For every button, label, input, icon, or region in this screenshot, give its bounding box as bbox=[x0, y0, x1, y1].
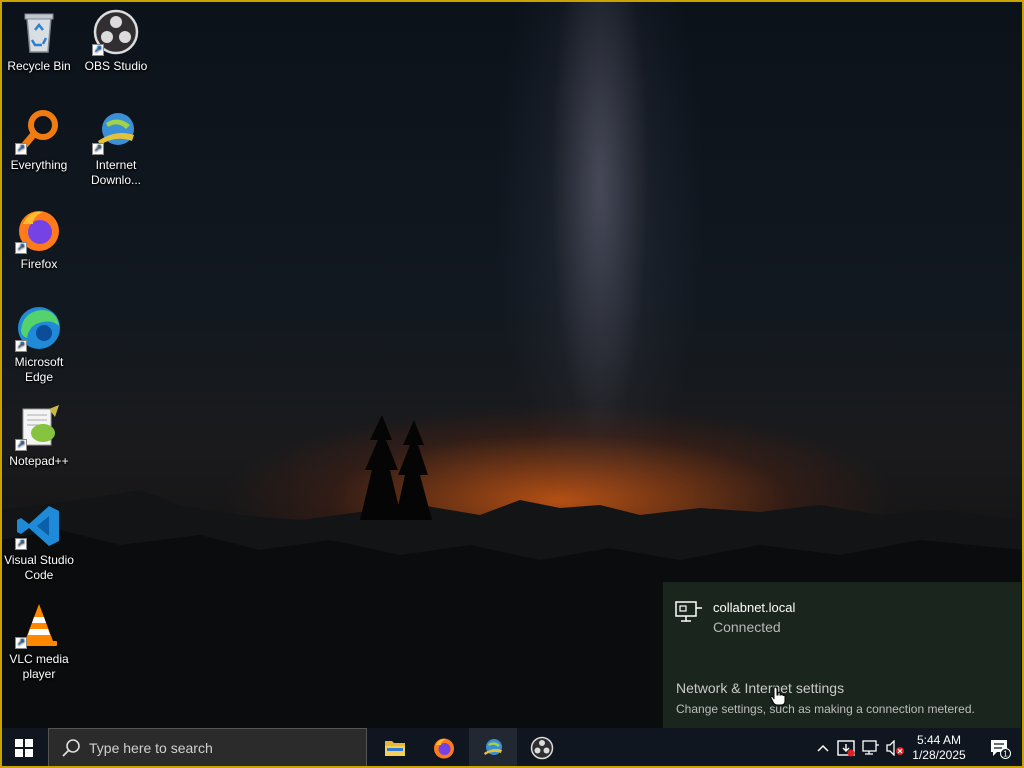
shortcut-arrow-icon: ↗ bbox=[15, 538, 27, 550]
vlc-icon: ↗ bbox=[15, 601, 63, 649]
obs-studio-icon bbox=[530, 736, 554, 760]
firefox-icon: ↗ bbox=[15, 206, 63, 254]
vscode-icon: ↗ bbox=[15, 502, 63, 550]
recycle-bin-icon bbox=[15, 8, 63, 56]
desktop-icon-label: OBS Studio bbox=[84, 59, 148, 73]
taskbar-clock[interactable]: 5:44 AM 1/28/2025 bbox=[900, 728, 978, 768]
desktop-icon-vlc-media-player[interactable]: ↗ VLC media player bbox=[1, 601, 77, 682]
desktop-icon-label: Visual Studio Code bbox=[4, 553, 74, 582]
idm-tray-icon bbox=[837, 740, 855, 757]
network-settings-link[interactable]: Network & Internet settings bbox=[676, 680, 844, 696]
network-entry[interactable]: collabnet.local Connected bbox=[675, 600, 795, 635]
desktop-icon-label: Notepad++ bbox=[9, 454, 69, 468]
tray-idm[interactable] bbox=[835, 728, 857, 768]
notification-icon: 1 bbox=[991, 740, 1011, 759]
windows-logo-icon bbox=[15, 739, 33, 757]
desktop-icon-label: Firefox bbox=[20, 257, 58, 271]
edge-icon: ↗ bbox=[15, 304, 63, 352]
everything-search-icon: ↗ bbox=[15, 107, 63, 155]
chevron-up-icon bbox=[817, 744, 829, 752]
taskbar-firefox[interactable] bbox=[420, 728, 468, 768]
desktop-icon-recycle-bin[interactable]: Recycle Bin bbox=[1, 8, 77, 74]
clock-date: 1/28/2025 bbox=[912, 748, 966, 762]
ethernet-icon bbox=[675, 601, 702, 622]
tray-overflow-button[interactable] bbox=[812, 728, 834, 768]
network-settings-description: Change settings, such as making a connec… bbox=[676, 702, 975, 716]
desktop-icon-label: VLC media player bbox=[9, 652, 69, 681]
clock-time: 5:44 AM bbox=[916, 733, 962, 747]
desktop-icon-notepad-plus-plus[interactable]: ↗ Notepad++ bbox=[1, 403, 77, 469]
hand-cursor-icon bbox=[770, 686, 786, 706]
desktop-icon-obs-studio[interactable]: ↗ OBS Studio bbox=[78, 8, 154, 74]
desktop-icon-label: Everything bbox=[10, 158, 68, 172]
notepad-plus-plus-icon: ↗ bbox=[15, 403, 63, 451]
notification-count: 1 bbox=[1003, 750, 1008, 759]
network-flyout: collabnet.local Connected Network & Inte… bbox=[663, 582, 1021, 728]
desktop-icon-firefox[interactable]: ↗ Firefox bbox=[1, 206, 77, 272]
taskbar-obs-studio[interactable] bbox=[518, 728, 566, 768]
desktop-icon-visual-studio-code[interactable]: ↗ Visual Studio Code bbox=[1, 502, 77, 583]
network-icon bbox=[862, 740, 879, 755]
network-status: Connected bbox=[713, 619, 781, 635]
tray-network[interactable] bbox=[859, 728, 883, 768]
shortcut-arrow-icon: ↗ bbox=[15, 340, 27, 352]
firefox-icon bbox=[434, 738, 454, 759]
desktop-icon-microsoft-edge[interactable]: ↗ Microsoft Edge bbox=[1, 304, 77, 385]
taskbar-internet-download-manager[interactable] bbox=[469, 728, 517, 768]
start-button[interactable] bbox=[0, 728, 48, 768]
shortcut-arrow-icon: ↗ bbox=[15, 439, 27, 451]
file-explorer-icon bbox=[385, 741, 405, 756]
taskbar-file-explorer[interactable] bbox=[371, 728, 419, 768]
internet-download-manager-icon bbox=[484, 739, 502, 755]
obs-studio-icon: ↗ bbox=[92, 8, 140, 56]
desktop-icon-label: Microsoft Edge bbox=[14, 355, 64, 384]
network-name: collabnet.local bbox=[713, 600, 796, 615]
desktop-icon-label: Recycle Bin bbox=[7, 59, 71, 73]
desktop-icon-internet-download-manager[interactable]: ↗ Internet Downlo... bbox=[78, 107, 154, 188]
search-placeholder: Type here to search bbox=[89, 740, 213, 756]
taskbar-search-box[interactable]: Type here to search bbox=[48, 728, 367, 768]
desktop-icon-label: Internet Downlo... bbox=[90, 158, 142, 187]
shortcut-arrow-icon: ↗ bbox=[15, 242, 27, 254]
internet-download-manager-icon: ↗ bbox=[92, 107, 140, 155]
shortcut-arrow-icon: ↗ bbox=[15, 637, 27, 649]
taskbar: Type here to search 5:44 AM 1/28/2025 1 bbox=[0, 728, 1024, 768]
shortcut-arrow-icon: ↗ bbox=[92, 143, 104, 155]
shortcut-arrow-icon: ↗ bbox=[92, 44, 104, 56]
desktop-icon-everything[interactable]: ↗ Everything bbox=[1, 107, 77, 173]
action-center-button[interactable]: 1 bbox=[980, 728, 1020, 768]
shortcut-arrow-icon: ↗ bbox=[15, 143, 27, 155]
search-icon bbox=[62, 739, 80, 757]
